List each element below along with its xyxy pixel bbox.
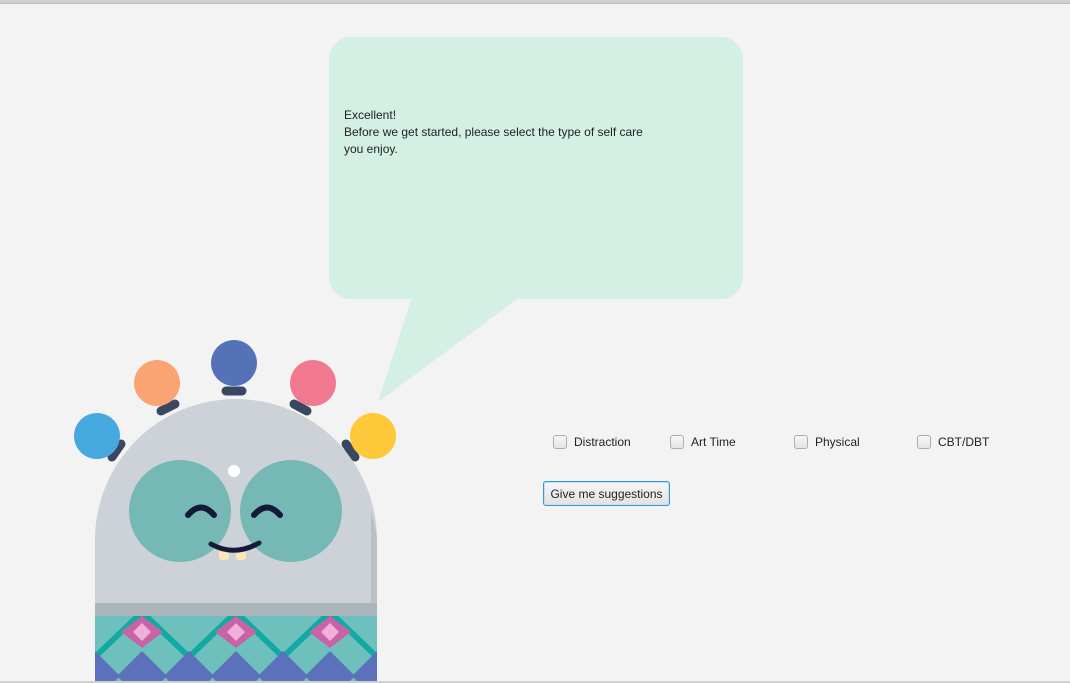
option-art-time[interactable]: Art Time bbox=[670, 435, 736, 449]
bubble-line-1: Excellent! bbox=[344, 108, 397, 122]
speech-bubble bbox=[329, 37, 743, 299]
physical-checkbox[interactable] bbox=[794, 435, 808, 449]
option-physical[interactable]: Physical bbox=[794, 435, 860, 449]
speech-bubble-text: Excellent! Before we get started, please… bbox=[344, 107, 654, 158]
window-top-border bbox=[0, 0, 1070, 4]
physical-label: Physical bbox=[815, 435, 860, 449]
distraction-checkbox[interactable] bbox=[553, 435, 567, 449]
give-suggestions-button[interactable]: Give me suggestions bbox=[543, 481, 670, 506]
mascot-illustration bbox=[74, 340, 396, 683]
bubble-line-2: Before we get started, please select the… bbox=[344, 125, 643, 139]
cbt-dbt-checkbox[interactable] bbox=[917, 435, 931, 449]
option-cbt-dbt[interactable]: CBT/DBT bbox=[917, 435, 989, 449]
cbt-dbt-label: CBT/DBT bbox=[938, 435, 990, 449]
option-distraction[interactable]: Distraction bbox=[553, 435, 631, 449]
distraction-label: Distraction bbox=[574, 435, 631, 449]
art-time-label: Art Time bbox=[691, 435, 736, 449]
art-time-checkbox[interactable] bbox=[670, 435, 684, 449]
bubble-line-3: you enjoy. bbox=[344, 142, 398, 156]
